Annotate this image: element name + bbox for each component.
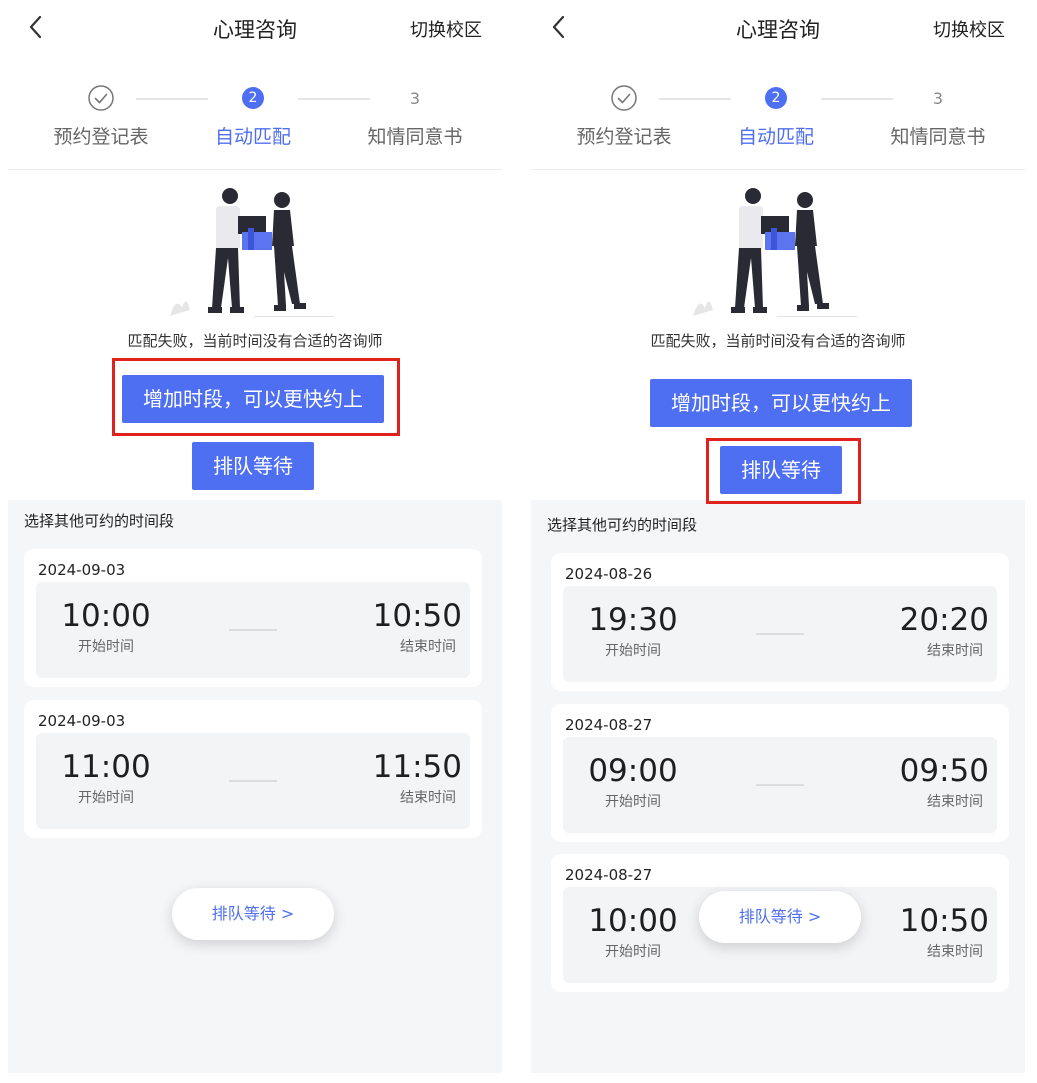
start-time: 10:00	[61, 598, 151, 634]
step-label: 预约登记表	[53, 126, 149, 148]
step-number: 2	[242, 87, 264, 109]
match-failed-message: 匹配失败，当前时间没有合适的咨询师	[127, 332, 383, 350]
page-content: 预约登记表 2 自动匹配 3 知情同意书 匹配失败，当前时间没有合适的咨询师 增…	[8, 58, 502, 1073]
nav-bar: 心理咨询 切换校区	[531, 0, 1025, 58]
step-registration: 预约登记表	[559, 84, 689, 149]
check-circle-icon	[611, 85, 637, 111]
slot-time-range: 09:00 开始时间 09:50 结束时间	[563, 737, 997, 833]
end-time: 10:50	[372, 598, 462, 634]
step-label: 自动匹配	[214, 126, 291, 148]
time-separator	[756, 633, 804, 635]
start-time: 09:00	[588, 753, 678, 789]
end-time-label: 结束时间	[400, 639, 456, 655]
end-time-label: 结束时间	[400, 790, 456, 806]
nav-bar: 心理咨询 切换校区	[8, 0, 502, 58]
other-slots-title: 选择其他可约的时间段	[24, 512, 175, 530]
step-consent: 3 知情同意书	[350, 84, 480, 149]
match-result-panel: 匹配失败，当前时间没有合适的咨询师 增加时段，可以更快约上 排队等待	[8, 170, 502, 500]
phone-screen-left: 心理咨询 切换校区 预约登记表 2 自动匹配 3 知情同意书 匹配失败，当前时间…	[8, 0, 502, 1083]
queue-wait-button[interactable]: 排队等待	[192, 442, 314, 490]
step-label: 预约登记表	[576, 126, 672, 148]
time-slot-card[interactable]: 2024-09-03 11:00 开始时间 11:50 结束时间	[24, 700, 482, 838]
illustration-people-exchange	[693, 188, 857, 317]
step-number: 3	[409, 88, 421, 108]
page-content: 预约登记表 2 自动匹配 3 知情同意书 匹配失败，当前时间没有合适的咨询师 增…	[531, 58, 1025, 1073]
match-failed-message: 匹配失败，当前时间没有合适的咨询师	[650, 332, 906, 350]
start-time-label: 开始时间	[605, 643, 661, 659]
time-separator	[756, 784, 804, 786]
end-time: 10:50	[899, 903, 989, 939]
time-slot-card[interactable]: 2024-08-27 09:00 开始时间 09:50 结束时间	[551, 704, 1009, 842]
highlight-box	[112, 358, 400, 436]
step-number: 3	[932, 88, 944, 108]
floating-queue-button[interactable]: 排队等待 >	[172, 888, 334, 940]
add-time-slot-button[interactable]: 增加时段，可以更快约上	[650, 379, 912, 427]
start-time-label: 开始时间	[605, 794, 661, 810]
time-separator	[229, 629, 277, 631]
end-time-label: 结束时间	[927, 643, 983, 659]
step-label: 自动匹配	[737, 126, 814, 148]
slot-date: 2024-08-27	[565, 866, 653, 884]
other-slots-title: 选择其他可约的时间段	[547, 516, 698, 534]
slot-time-range: 10:00 开始时间 10:50 结束时间	[36, 582, 470, 678]
stepper: 预约登记表 2 自动匹配 3 知情同意书	[8, 58, 502, 170]
step-label: 知情同意书	[367, 126, 463, 148]
floating-queue-button[interactable]: 排队等待 >	[699, 891, 861, 943]
start-time-label: 开始时间	[605, 944, 661, 960]
stepper: 预约登记表 2 自动匹配 3 知情同意书	[531, 58, 1025, 170]
illustration-people-exchange	[170, 188, 334, 317]
step-consent: 3 知情同意书	[873, 84, 1003, 149]
switch-campus-button[interactable]: 切换校区	[933, 16, 1005, 42]
end-time: 11:50	[372, 749, 462, 785]
end-time-label: 结束时间	[927, 794, 983, 810]
slot-time-range: 11:00 开始时间 11:50 结束时间	[36, 733, 470, 829]
start-time-label: 开始时间	[78, 790, 134, 806]
step-label: 知情同意书	[890, 126, 986, 148]
slot-date: 2024-09-03	[38, 561, 126, 579]
switch-campus-button[interactable]: 切换校区	[410, 16, 482, 42]
slot-date: 2024-08-27	[565, 716, 653, 734]
slot-date: 2024-08-26	[565, 565, 653, 583]
phone-screen-right: 心理咨询 切换校区 预约登记表 2 自动匹配 3 知情同意书 匹配失败，当前时间…	[531, 0, 1025, 1083]
time-separator	[229, 780, 277, 782]
highlight-box	[706, 438, 861, 504]
check-circle-icon	[88, 85, 114, 111]
start-time-label: 开始时间	[78, 639, 134, 655]
start-time: 19:30	[588, 602, 678, 638]
step-number: 2	[765, 87, 787, 109]
slot-time-range: 19:30 开始时间 20:20 结束时间	[563, 586, 997, 682]
step-auto-match: 2 自动匹配	[188, 84, 318, 149]
step-auto-match: 2 自动匹配	[711, 84, 841, 149]
end-time: 09:50	[899, 753, 989, 789]
end-time-label: 结束时间	[927, 944, 983, 960]
match-result-panel: 匹配失败，当前时间没有合适的咨询师 增加时段，可以更快约上 排队等待	[531, 170, 1025, 504]
time-slot-card[interactable]: 2024-09-03 10:00 开始时间 10:50 结束时间	[24, 549, 482, 687]
end-time: 20:20	[899, 602, 989, 638]
slot-date: 2024-09-03	[38, 712, 126, 730]
start-time: 10:00	[588, 903, 678, 939]
step-registration: 预约登记表	[36, 84, 166, 149]
start-time: 11:00	[61, 749, 151, 785]
time-slot-card[interactable]: 2024-08-26 19:30 开始时间 20:20 结束时间	[551, 553, 1009, 691]
